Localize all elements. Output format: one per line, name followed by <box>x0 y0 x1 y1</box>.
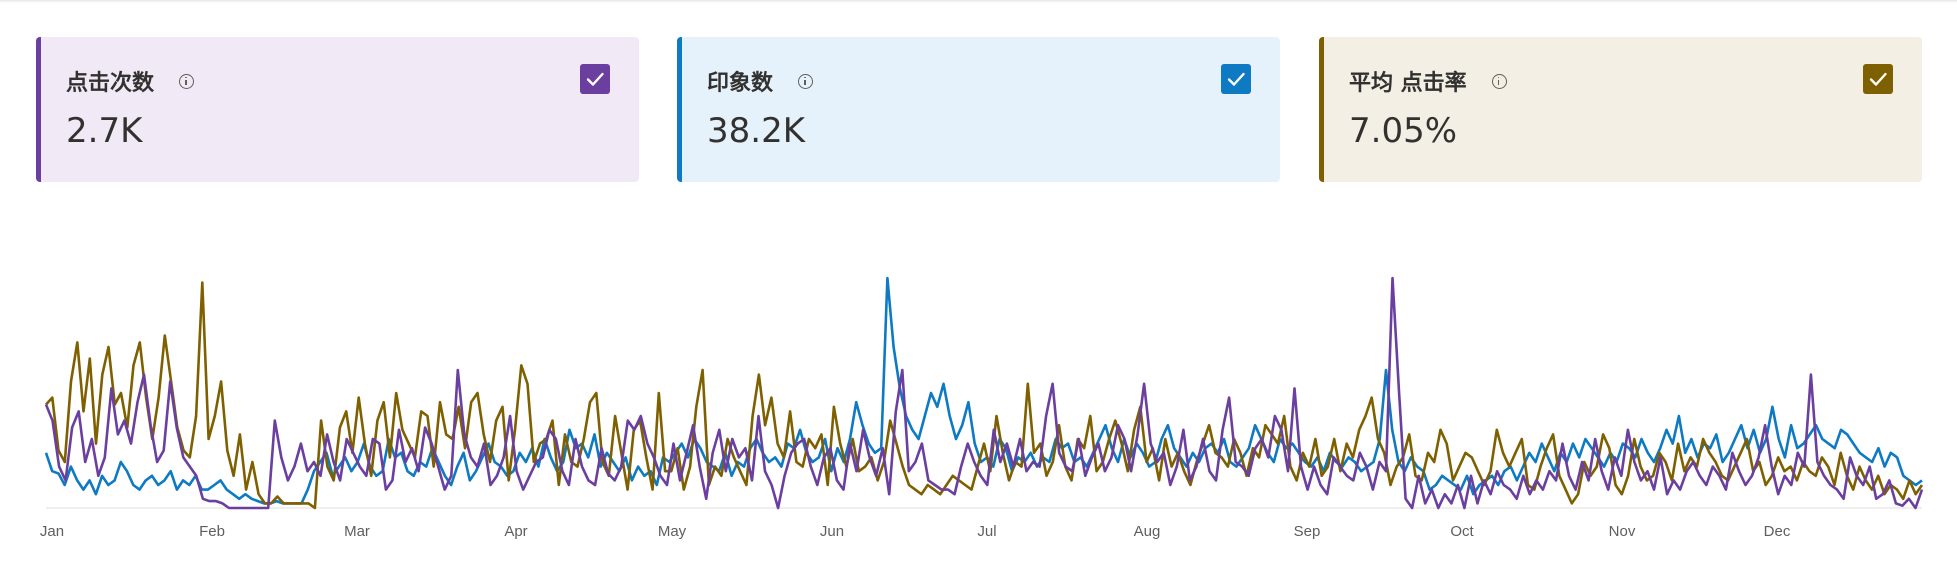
metric-card-impressions[interactable]: 印象数 38.2K <box>677 37 1280 182</box>
x-tick-label: Apr <box>504 523 527 540</box>
checkmark-icon <box>586 72 604 86</box>
line-chart[interactable]: Jan Feb Mar Apr May Jun Jul Aug Sep Oct Nov Dec <box>0 250 1957 550</box>
x-tick-label: Oct <box>1450 523 1474 540</box>
series-layer <box>44 276 1924 510</box>
card-title: 点击次数 <box>66 65 195 97</box>
x-tick-label: Nov <box>1609 523 1636 540</box>
top-shadow <box>0 0 1957 3</box>
x-tick-label: Feb <box>199 523 225 540</box>
checkmark-icon <box>1227 72 1245 86</box>
card-title-text: 点击次数 <box>66 71 155 96</box>
x-tick-label: Jun <box>820 523 844 540</box>
x-tick-label: Dec <box>1764 523 1791 540</box>
x-tick-label: Mar <box>344 523 370 540</box>
info-icon[interactable] <box>798 73 814 89</box>
series-line-0[interactable] <box>44 276 1924 510</box>
info-icon[interactable] <box>1491 73 1507 89</box>
card-value: 2.7K <box>66 111 143 151</box>
checkbox-clicks[interactable] <box>580 64 610 94</box>
metric-card-clicks[interactable]: 点击次数 2.7K <box>36 37 639 182</box>
card-title-text: 平均 点击率 <box>1349 71 1467 96</box>
x-tick-label: May <box>658 523 687 540</box>
info-icon[interactable] <box>179 73 195 89</box>
card-title-text: 印象数 <box>707 71 774 96</box>
series-line-2[interactable] <box>45 281 1924 510</box>
x-tick-label: Aug <box>1134 523 1161 540</box>
checkmark-icon <box>1869 72 1887 86</box>
x-axis-ticks: Jan Feb Mar Apr May Jun Jul Aug Sep Oct Nov Dec <box>40 523 1791 540</box>
card-value: 38.2K <box>707 111 805 151</box>
checkbox-ctr[interactable] <box>1863 64 1893 94</box>
x-tick-label: Jan <box>40 523 64 540</box>
checkbox-impressions[interactable] <box>1221 64 1251 94</box>
card-value: 7.05% <box>1349 111 1458 151</box>
x-tick-label: Sep <box>1294 523 1321 540</box>
metric-card-ctr[interactable]: 平均 点击率 7.05% <box>1319 37 1922 182</box>
card-title: 印象数 <box>707 65 814 97</box>
x-tick-label: Jul <box>977 523 996 540</box>
card-title: 平均 点击率 <box>1349 65 1507 97</box>
